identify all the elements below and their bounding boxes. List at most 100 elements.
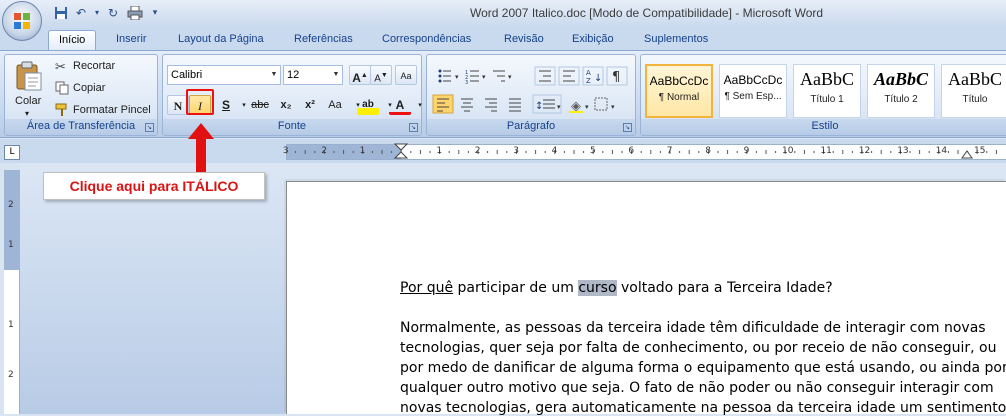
- document-heading-line[interactable]: Por quê participar de um curso voltado p…: [400, 280, 833, 296]
- bullets-icon: [438, 69, 451, 83]
- vruler-number: 1: [8, 320, 14, 330]
- ruler-number: 6: [628, 146, 635, 156]
- paragraph-controls: ▾ 123 ▾ ▾ AZ ↓ ¶ ↕ ▾ ◈ ▾ ▾: [432, 66, 628, 114]
- print-icon[interactable]: [126, 4, 144, 22]
- ruler-number: 9: [743, 146, 750, 156]
- paragraph-group-label: Parágrafo: [427, 119, 635, 135]
- ribbon-tabs: Início Inserir Layout da Página Referênc…: [0, 28, 1006, 50]
- vruler-number: 2: [8, 200, 14, 210]
- paste-dropdown-icon[interactable]: ▾: [25, 109, 29, 118]
- tab-suplementos[interactable]: Suplementos: [634, 30, 718, 50]
- tab-revisao[interactable]: Revisão: [494, 30, 554, 50]
- svg-text:▾: ▾: [482, 73, 486, 81]
- svg-text:▾: ▾: [611, 103, 615, 111]
- document-paragraph-line: tecnologias, quer seja por falta de conh…: [400, 340, 997, 356]
- style-normal[interactable]: AaBbCcDc ¶ Normal: [645, 64, 713, 118]
- ruler-number: 4: [551, 146, 558, 156]
- grow-font-icon[interactable]: A▲: [349, 65, 371, 85]
- ruler-number: 3: [282, 146, 289, 156]
- clipboard-launcher-icon[interactable]: ↘: [145, 123, 154, 132]
- style-name: ¶ Sem Esp...: [724, 91, 782, 102]
- red-arrow-icon: [188, 123, 214, 173]
- style-sample: AaBbC: [800, 69, 854, 89]
- vertical-ruler-top-margin: [4, 170, 20, 270]
- tab-exibicao[interactable]: Exibição: [562, 30, 624, 50]
- font-name-value: Calibri: [171, 69, 203, 81]
- style-name: ¶ Normal: [658, 92, 700, 103]
- ruler-number: 1: [359, 146, 366, 156]
- ruler-number: 12: [858, 146, 871, 156]
- svg-text:Z: Z: [586, 77, 591, 85]
- cut-button[interactable]: Recortar: [73, 60, 115, 72]
- format-painter-button[interactable]: Formatar Pincel: [73, 104, 151, 116]
- tab-inicio[interactable]: Início: [48, 30, 97, 50]
- horizontal-ruler[interactable]: 3 2 1 1 2 3 4 5 6 7 8 9 10 11 12 13 14 15: [282, 143, 1006, 161]
- font-color-button[interactable]: A: [389, 95, 411, 115]
- ruler-number: 7: [666, 146, 673, 156]
- selected-word: curso: [578, 280, 617, 296]
- vertical-ruler[interactable]: 2 1 1 2: [4, 170, 20, 414]
- clear-formatting-icon[interactable]: Aa: [395, 65, 417, 85]
- svg-text:↕: ↕: [535, 101, 543, 112]
- save-icon[interactable]: [52, 4, 70, 22]
- format-painter-icon: [55, 103, 67, 116]
- font-size-value: 12: [287, 69, 300, 81]
- subscript-button[interactable]: x₂: [275, 95, 297, 115]
- document-paragraph-line: qualquer outro motivo que seja. O fato d…: [400, 380, 994, 396]
- office-button[interactable]: [2, 1, 42, 41]
- style-sample: AaBbC: [948, 69, 1002, 89]
- svg-text:3: 3: [465, 80, 468, 86]
- right-indent-marker-icon[interactable]: [961, 149, 973, 161]
- svg-text:↓: ↓: [594, 73, 602, 84]
- italic-highlight-frame: [186, 89, 214, 115]
- styles-group-label: Estilo: [641, 119, 1006, 135]
- customize-quick-access-icon[interactable]: ▾: [146, 4, 164, 22]
- font-launcher-icon[interactable]: ↘: [409, 123, 418, 132]
- highlight-button[interactable]: ab: [357, 95, 379, 115]
- document-paragraph-line: por medo de danificar de alguma forma o …: [400, 360, 1006, 376]
- style-titulo-1[interactable]: AaBbC Título 1: [793, 64, 861, 118]
- tab-selector-icon[interactable]: L: [4, 145, 20, 160]
- indent-marker-icon[interactable]: [394, 143, 408, 161]
- callout-label: Clique aqui para ITÁLICO: [43, 172, 265, 200]
- tab-referencias[interactable]: Referências: [284, 30, 363, 50]
- paste-icon[interactable]: [15, 61, 43, 91]
- tab-inserir[interactable]: Inserir: [106, 30, 157, 50]
- clipboard-group-label: Área de Transferência: [5, 119, 157, 135]
- superscript-button[interactable]: x²: [299, 95, 321, 115]
- style-titulo[interactable]: AaBbC Título: [941, 64, 1006, 118]
- document-page[interactable]: Por quê participar de um curso voltado p…: [286, 181, 1006, 416]
- font-name-dropdown-icon[interactable]: ▼: [268, 66, 280, 84]
- style-sample: AaBbCcDc: [649, 74, 709, 88]
- tab-layout-da-pagina[interactable]: Layout da Página: [168, 30, 274, 50]
- font-name-field[interactable]: Calibri ▼: [167, 65, 281, 85]
- style-name: Título: [962, 94, 988, 105]
- ruler-number: 10: [782, 146, 794, 156]
- doc-text: voltado para a Terceira Idade?: [616, 280, 833, 296]
- strikethrough-button[interactable]: abc: [247, 95, 273, 115]
- font-size-dropdown-icon[interactable]: ▼: [330, 66, 342, 84]
- ruler-number: 11: [820, 146, 832, 156]
- vruler-number: 2: [8, 370, 14, 380]
- shrink-font-icon[interactable]: A▼: [370, 65, 392, 85]
- svg-text:▾: ▾: [585, 103, 589, 111]
- ruler-number: 14: [935, 146, 948, 156]
- font-size-field[interactable]: 12 ▼: [283, 65, 343, 85]
- style-name: Título 2: [884, 94, 918, 105]
- ribbon: Colar ▾ ✂ Recortar Copiar Formatar Pince…: [0, 50, 1006, 138]
- style-name: Título 1: [810, 94, 844, 105]
- change-case-button[interactable]: Aa: [323, 95, 347, 115]
- document-paragraph-line: Normalmente, as pessoas da terceira idad…: [400, 320, 986, 336]
- style-titulo-2[interactable]: AaBbC Título 2: [867, 64, 935, 118]
- copy-button[interactable]: Copiar: [73, 82, 105, 94]
- copy-icon: [55, 81, 69, 95]
- tab-correspondencias[interactable]: Correspondências: [372, 30, 481, 50]
- style-sem-espacamento[interactable]: AaBbCcDc ¶ Sem Esp...: [719, 64, 787, 118]
- style-sample: AaBbCcDc: [723, 73, 783, 87]
- paragraph-launcher-icon[interactable]: ↘: [623, 123, 632, 132]
- redo-icon[interactable]: ↻: [104, 4, 122, 22]
- paste-button[interactable]: Colar: [15, 95, 41, 107]
- office-logo-icon: [14, 13, 30, 29]
- window-title: Word 2007 Italico.doc [Modo de Compatibi…: [470, 6, 824, 20]
- ruler-number: 15: [974, 146, 986, 156]
